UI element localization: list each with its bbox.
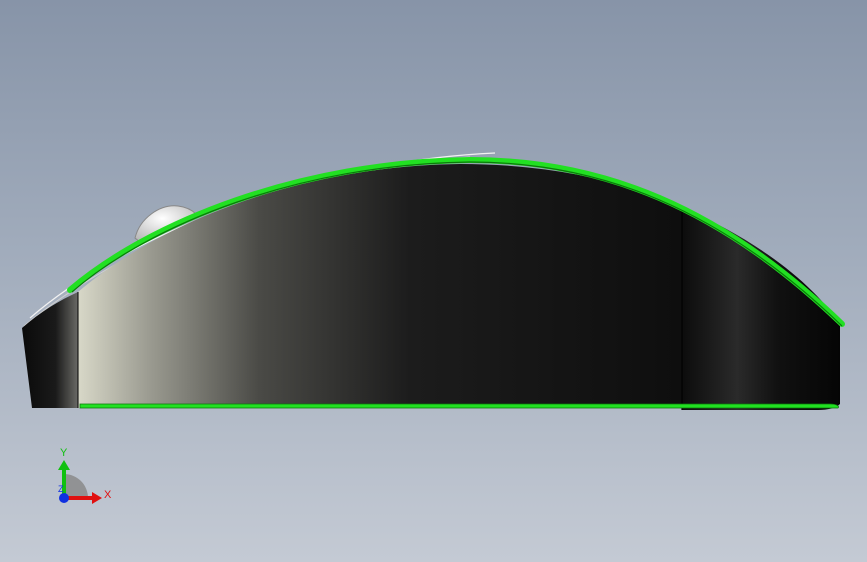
- side-panel[interactable]: [78, 164, 682, 408]
- z-axis-label: Z: [58, 484, 64, 494]
- y-axis-arrow: [58, 460, 70, 470]
- mouse-model[interactable]: [22, 152, 845, 410]
- triad-rotation-disc: [64, 474, 88, 498]
- bottom-edge-highlight: [79, 403, 839, 409]
- y-axis-label: Y: [60, 447, 68, 459]
- front-panel[interactable]: [682, 208, 840, 410]
- cad-viewport[interactable]: Y X Z: [0, 0, 867, 562]
- x-axis-label: X: [104, 489, 112, 501]
- z-axis-dot: [59, 493, 69, 503]
- rear-panel[interactable]: [22, 292, 78, 408]
- coordinate-triad: Y X Z: [58, 447, 112, 504]
- x-axis-arrow: [92, 492, 102, 504]
